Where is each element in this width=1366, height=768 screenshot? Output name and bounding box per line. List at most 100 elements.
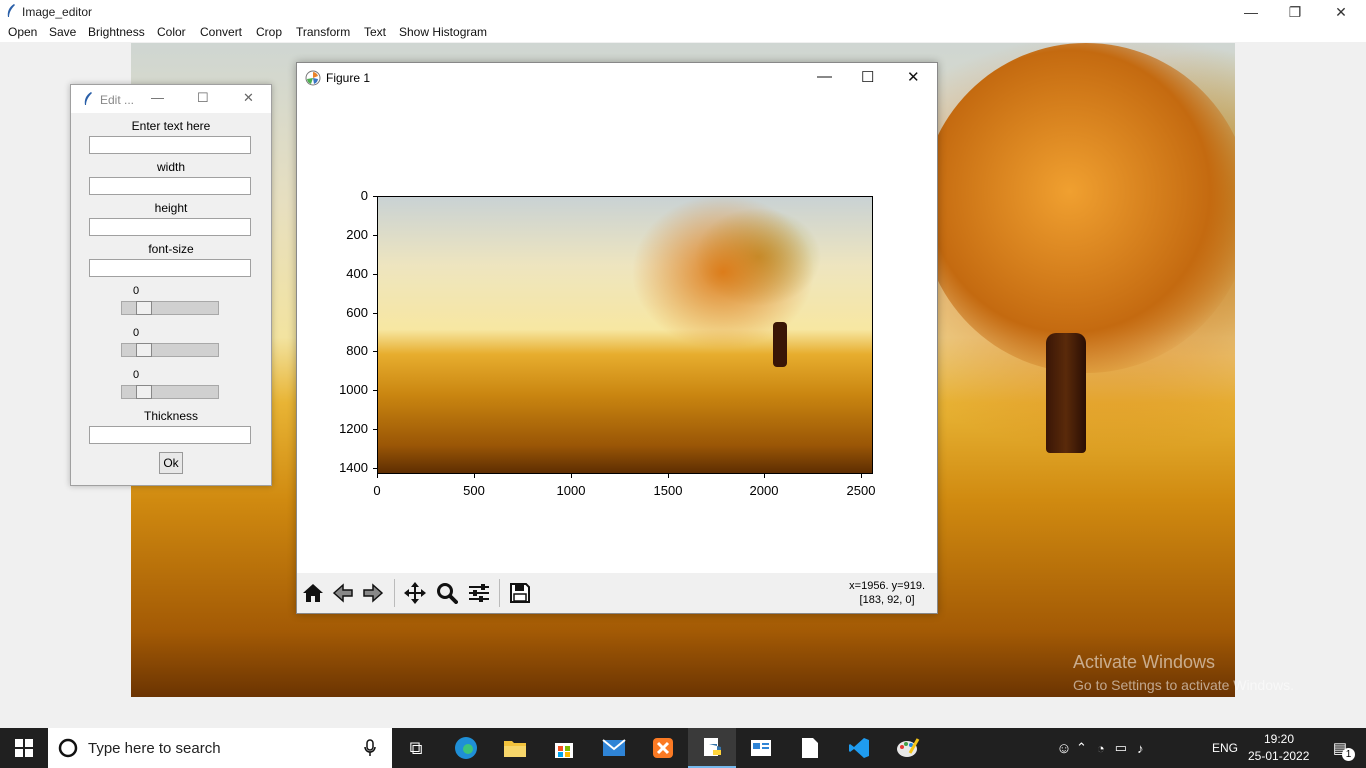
search-icon (58, 738, 78, 758)
figure-window: Figure 1 — ☐ ✕ 0 200 400 600 800 1000 12… (296, 62, 938, 614)
configure-icon[interactable] (465, 579, 493, 607)
windows-icon (15, 739, 33, 757)
width-input[interactable] (89, 177, 251, 195)
store-icon[interactable] (540, 728, 588, 768)
x-tick-mark (474, 474, 475, 478)
dialog-maximize-button[interactable]: ☐ (197, 90, 209, 106)
width-label: width (156, 160, 185, 174)
text-input[interactable] (89, 136, 251, 154)
system-tray-icons[interactable]: ⌃ ◔ ▭ ♪ (1076, 728, 1216, 768)
toolbar-separator (499, 579, 500, 607)
matplotlib-icon (305, 70, 321, 86)
plot-area[interactable]: 0 200 400 600 800 1000 1200 1400 0 500 1… (297, 93, 937, 571)
notepad-icon[interactable] (786, 728, 834, 768)
volume-icon[interactable]: ♪ (1137, 741, 1144, 756)
close-button[interactable]: ✕ (1318, 0, 1364, 24)
taskbar-search[interactable]: Type here to search (48, 728, 392, 768)
toolbar-separator (394, 579, 395, 607)
text-label: Enter text here (131, 119, 211, 133)
activate-windows-subtitle: Go to Settings to activate Windows. (1073, 677, 1294, 693)
clock-date[interactable]: 25-01-2022 (1248, 749, 1309, 763)
figure-close-button[interactable]: ✕ (907, 68, 920, 86)
x-tick-label: 1000 (556, 483, 586, 498)
minimize-button[interactable]: — (1228, 0, 1274, 24)
notification-count-badge: 1 (1342, 748, 1355, 761)
menu-convert[interactable]: Convert (200, 25, 242, 39)
menu-open[interactable]: Open (8, 25, 37, 39)
pan-icon[interactable] (401, 579, 429, 607)
menu-bar: Open Save Brightness Color Convert Crop … (0, 24, 1366, 42)
x-tick-mark (377, 474, 378, 478)
app-title: Image_editor (22, 5, 93, 19)
search-placeholder: Type here to search (88, 740, 221, 757)
save-icon[interactable] (506, 579, 534, 607)
menu-save[interactable]: Save (49, 25, 76, 39)
network-icon[interactable]: ◔ (1097, 741, 1105, 756)
x-tick-label: 500 (463, 483, 485, 498)
notifications-icon[interactable]: ▤ 1 (1316, 728, 1364, 768)
slider-thumb[interactable] (136, 385, 152, 399)
file-explorer-icon[interactable] (491, 728, 539, 768)
app-titlebar: Image_editor — ❐ ✕ (0, 0, 1366, 24)
x-tick-label: 1500 (653, 483, 683, 498)
chevron-up-icon[interactable]: ⌃ (1076, 740, 1087, 756)
start-button[interactable] (0, 728, 48, 768)
forward-icon[interactable] (359, 579, 387, 607)
x-tick-mark (861, 474, 862, 478)
mail-icon[interactable] (590, 728, 638, 768)
dialog-close-button[interactable]: ✕ (243, 90, 254, 106)
y-tick-mark (373, 390, 377, 391)
figure-toolbar: x=1956. y=919. [183, 92, 0] (297, 573, 937, 613)
back-icon[interactable] (329, 579, 357, 607)
menu-transform[interactable]: Transform (296, 25, 350, 39)
microphone-icon[interactable] (364, 739, 376, 757)
menu-text[interactable]: Text (364, 25, 386, 39)
paint-icon[interactable] (884, 728, 932, 768)
tree-trunk (1046, 333, 1086, 453)
figure-minimize-button[interactable]: — (817, 68, 832, 85)
x-tick-label: 0 (373, 483, 381, 498)
coords-position: x=1956. y=919. (849, 580, 925, 592)
font-size-input[interactable] (89, 259, 251, 277)
feather-icon (84, 92, 92, 105)
height-label: height (154, 201, 188, 215)
task-view-icon[interactable]: ⧉ (392, 728, 440, 768)
slider-thumb[interactable] (136, 343, 152, 357)
color-slider-1[interactable] (121, 301, 219, 315)
clock-time[interactable]: 19:20 (1264, 732, 1294, 746)
edge-icon[interactable] (442, 728, 490, 768)
menu-crop[interactable]: Crop (256, 25, 282, 39)
tree-trunk (773, 322, 787, 367)
cursor-coordinates: x=1956. y=919. [183, 92, 0] (849, 579, 925, 607)
battery-icon[interactable]: ▭ (1115, 740, 1127, 756)
control-panel-icon[interactable] (737, 728, 785, 768)
home-icon[interactable] (299, 579, 327, 607)
image-axes[interactable] (377, 196, 873, 474)
thickness-input[interactable] (89, 426, 251, 444)
figure-maximize-button[interactable]: ☐ (861, 68, 874, 86)
slider-2-value: 0 (133, 327, 140, 339)
zoom-icon[interactable] (433, 579, 461, 607)
taskbar: Type here to search ⧉ ☺ ⌃ ◔ ▭ ♪ ENG 19:2… (0, 728, 1366, 768)
menu-show-histogram[interactable]: Show Histogram (399, 25, 487, 39)
x-tick-label: 2000 (749, 483, 779, 498)
vscode-icon[interactable] (835, 728, 883, 768)
color-slider-3[interactable] (121, 385, 219, 399)
menu-color[interactable]: Color (157, 25, 186, 39)
menu-brightness[interactable]: Brightness (88, 25, 145, 39)
height-input[interactable] (89, 218, 251, 236)
python-idle-icon[interactable] (688, 728, 736, 768)
restore-button[interactable]: ❐ (1272, 0, 1318, 24)
y-tick-label: 0 (360, 188, 368, 203)
xampp-icon[interactable] (639, 728, 687, 768)
language-indicator[interactable]: ENG (1212, 741, 1238, 755)
x-tick-mark (571, 474, 572, 478)
slider-thumb[interactable] (136, 301, 152, 315)
y-tick-mark (373, 351, 377, 352)
dialog-minimize-button[interactable]: — (151, 90, 164, 105)
color-slider-2[interactable] (121, 343, 219, 357)
figure-titlebar: Figure 1 — ☐ ✕ (297, 63, 937, 93)
y-tick-label: 200 (346, 227, 368, 242)
y-tick-label: 1400 (339, 460, 368, 475)
ok-button[interactable]: Ok (159, 452, 183, 474)
